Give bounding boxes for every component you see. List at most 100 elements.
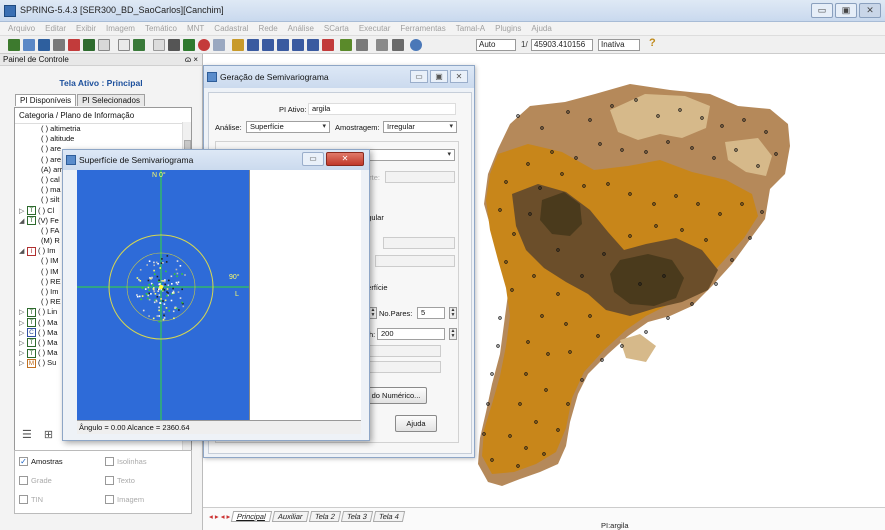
menu-rede[interactable]: Rede [259, 24, 278, 33]
grid-view-icon[interactable]: ⊞ [44, 428, 53, 441]
map-canvas[interactable] [470, 54, 885, 507]
tab-tela-3[interactable]: Tela 3 [340, 511, 373, 522]
variable-select[interactable] [359, 149, 455, 161]
tab-pi-disponiveis[interactable]: PI Disponíveis [15, 94, 77, 106]
npares-field[interactable]: 5 [417, 307, 445, 319]
menu-cadastral[interactable]: Cadastral [214, 24, 248, 33]
h-spinner[interactable]: ▲ ▼ [449, 328, 457, 340]
state-select[interactable]: Inativa [598, 39, 640, 51]
menu-mnt[interactable]: MNT [187, 24, 204, 33]
checkbox[interactable] [19, 495, 28, 504]
project-icon[interactable] [23, 39, 35, 51]
info-icon[interactable] [198, 39, 210, 51]
checkbox[interactable]: ✓ [19, 457, 28, 466]
semivariogram-surface-plot[interactable]: N 0° 90° L [77, 170, 249, 433]
check-grade[interactable]: Grade [19, 476, 52, 485]
checkbox[interactable] [19, 476, 28, 485]
menu-imagem[interactable]: Imagem [106, 24, 135, 33]
menu-plugins[interactable]: Plugins [495, 24, 521, 33]
dialog-minimize-button[interactable]: ▭ [410, 70, 428, 83]
check-imagem[interactable]: Imagem [105, 495, 144, 504]
category-type-icon: M [27, 358, 36, 368]
ajuda-button[interactable]: Ajuda [395, 415, 437, 432]
menu-tamal[interactable]: Tamal-A [456, 24, 485, 33]
zoom-area-icon[interactable] [277, 39, 289, 51]
zoom-in-icon[interactable] [247, 39, 259, 51]
cloud-point [148, 260, 151, 262]
checkbox[interactable] [105, 457, 114, 466]
pan-icon[interactable] [292, 39, 304, 51]
menu-executar[interactable]: Executar [359, 24, 391, 33]
surface-minimize-button[interactable]: ▭ [302, 152, 324, 166]
select-icon[interactable] [98, 39, 110, 51]
surface-close-button[interactable]: ✕ [326, 152, 364, 166]
checkbox[interactable] [105, 476, 114, 485]
link-icon[interactable] [213, 39, 225, 51]
check-isolinhas[interactable]: Isolinhas [105, 457, 147, 466]
check-label: Grade [31, 476, 52, 485]
cross-icon[interactable] [168, 39, 180, 51]
lag-spinner[interactable]: ▲ ▼ [369, 307, 377, 319]
check-texto[interactable]: Texto [105, 476, 135, 485]
check-tin[interactable]: TIN [19, 495, 43, 504]
menu-ferramentas[interactable]: Ferramentas [400, 24, 445, 33]
menu-arquivo[interactable]: Arquivo [8, 24, 35, 33]
tree-item-label: ( ) Lin [38, 307, 58, 317]
database-icon[interactable] [8, 39, 20, 51]
menu-analise[interactable]: Análise [288, 24, 314, 33]
panel-controls[interactable]: ɷ × [185, 54, 198, 66]
measure-icon[interactable] [376, 39, 388, 51]
tree-item-label: (A) arr [41, 164, 63, 174]
tab-pi-selecionados[interactable]: PI Selecionados [77, 94, 145, 106]
dialog-maximize-button[interactable]: ▣ [430, 70, 448, 83]
tab-principal[interactable]: Principal [231, 511, 273, 522]
help-icon[interactable]: ? [649, 37, 656, 49]
list-view-icon[interactable]: ☰ [22, 428, 32, 441]
tree-item[interactable]: ( ) altimetria [19, 124, 191, 134]
draw-icon[interactable] [68, 39, 80, 51]
checkbox[interactable] [105, 495, 114, 504]
menu-scarta[interactable]: SCarta [324, 24, 349, 33]
menu-editar[interactable]: Editar [45, 24, 66, 33]
check-amostras[interactable]: ✓ Amostras [19, 457, 63, 466]
cloud-point [161, 289, 164, 291]
expand-arrow-icon[interactable]: ▷ [19, 359, 27, 369]
pencil-icon[interactable] [232, 39, 244, 51]
tree-item[interactable]: ( ) altitude [19, 134, 191, 144]
pointer-icon[interactable] [153, 39, 165, 51]
tab-tela-2[interactable]: Tela 2 [308, 511, 341, 522]
tab-nav-left-icon[interactable]: ◂ ▸ ◂ ▸ [209, 512, 230, 521]
menu-exibir[interactable]: Exibir [76, 24, 96, 33]
h-field[interactable]: 200 [377, 328, 445, 340]
grid-icon[interactable] [53, 39, 65, 51]
close-button[interactable]: ✕ [859, 3, 881, 18]
minimize-button[interactable]: ▭ [811, 3, 833, 18]
image-icon[interactable] [133, 39, 145, 51]
pin-icon[interactable] [322, 39, 334, 51]
menu-ajuda[interactable]: Ajuda [531, 24, 551, 33]
analise-select[interactable]: Superfície [246, 121, 330, 133]
menu-tematico[interactable]: Temático [145, 24, 177, 33]
npares-spinner[interactable]: ▲ ▼ [449, 307, 457, 319]
cloud-point [151, 277, 153, 279]
palette-icon[interactable] [340, 39, 352, 51]
plus-icon[interactable] [183, 39, 195, 51]
layer-icon[interactable] [38, 39, 50, 51]
zoom-mode-select[interactable]: Auto [476, 39, 516, 51]
numerico-button[interactable]: do Numérico... [365, 387, 427, 404]
maximize-button[interactable]: ▣ [835, 3, 857, 18]
tab-auxiliar[interactable]: Auxiliar [271, 511, 309, 522]
cloud-point [165, 270, 167, 273]
zoom-out-icon[interactable] [262, 39, 274, 51]
search-icon[interactable] [356, 39, 368, 51]
back-icon[interactable] [307, 39, 319, 51]
dialog-close-button[interactable]: ✕ [450, 70, 468, 83]
tab-tela-4[interactable]: Tela 4 [372, 511, 405, 522]
amostragem-select[interactable]: Irregular [383, 121, 457, 133]
globe-icon[interactable] [410, 39, 422, 51]
check-label: TIN [31, 495, 44, 504]
fill-icon[interactable] [83, 39, 95, 51]
cursor-icon[interactable] [392, 39, 404, 51]
page-icon[interactable] [118, 39, 130, 51]
scale-field[interactable]: 45903.410156 [531, 39, 593, 51]
